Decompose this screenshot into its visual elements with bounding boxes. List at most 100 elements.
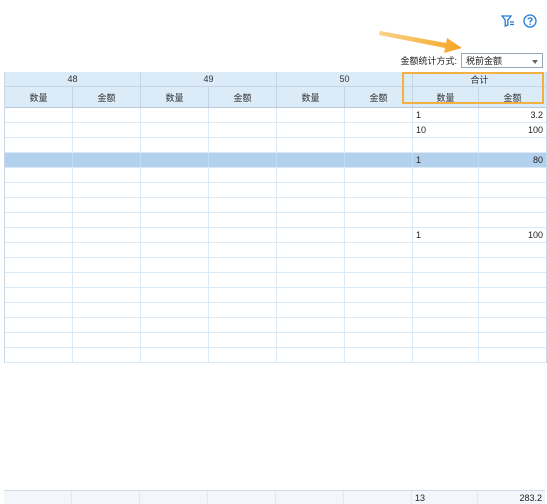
table-cell[interactable] <box>141 228 209 242</box>
help-circle-icon[interactable] <box>523 14 537 28</box>
total-qty-cell[interactable]: 10 <box>413 123 479 137</box>
table-cell[interactable] <box>5 303 73 317</box>
total-qty-cell[interactable] <box>413 333 479 347</box>
table-cell[interactable] <box>73 273 141 287</box>
total-qty-cell[interactable] <box>413 258 479 272</box>
table-cell[interactable] <box>277 228 345 242</box>
table-cell[interactable] <box>209 348 277 362</box>
table-cell[interactable] <box>73 333 141 347</box>
total-amount-cell[interactable] <box>479 348 546 362</box>
total-qty-cell[interactable] <box>413 348 479 362</box>
table-cell[interactable] <box>277 138 345 152</box>
table-cell[interactable] <box>345 183 413 197</box>
total-amount-cell[interactable] <box>479 258 546 272</box>
total-qty-cell[interactable] <box>413 198 479 212</box>
table-cell[interactable] <box>277 318 345 332</box>
table-row[interactable] <box>5 273 546 288</box>
total-amount-cell[interactable] <box>479 213 546 227</box>
table-cell[interactable] <box>141 348 209 362</box>
table-cell[interactable] <box>141 168 209 182</box>
table-cell[interactable] <box>141 183 209 197</box>
total-qty-cell[interactable] <box>413 318 479 332</box>
table-cell[interactable] <box>345 333 413 347</box>
table-cell[interactable] <box>73 153 141 167</box>
table-row[interactable] <box>5 198 546 213</box>
table-cell[interactable] <box>73 348 141 362</box>
table-cell[interactable] <box>209 138 277 152</box>
table-cell[interactable] <box>5 108 73 122</box>
table-cell[interactable] <box>141 138 209 152</box>
table-row[interactable] <box>5 333 546 348</box>
table-row[interactable]: 10 100 <box>5 123 546 138</box>
stat-mode-select[interactable]: 税前金额 <box>461 53 543 68</box>
table-cell[interactable] <box>209 318 277 332</box>
table-row[interactable]: 1 80 <box>5 153 546 168</box>
table-cell[interactable] <box>73 303 141 317</box>
table-cell[interactable] <box>345 273 413 287</box>
table-cell[interactable] <box>345 138 413 152</box>
table-cell[interactable] <box>209 243 277 257</box>
total-amount-cell[interactable]: 100 <box>479 123 546 137</box>
table-cell[interactable] <box>277 168 345 182</box>
table-cell[interactable] <box>73 168 141 182</box>
total-amount-cell[interactable] <box>479 138 546 152</box>
table-cell[interactable] <box>141 213 209 227</box>
total-amount-cell[interactable] <box>479 288 546 302</box>
col-header-qty[interactable]: 数量 <box>277 87 345 107</box>
col-header-total-qty[interactable]: 数量 <box>413 87 479 107</box>
table-cell[interactable] <box>5 198 73 212</box>
table-cell[interactable] <box>209 288 277 302</box>
table-cell[interactable] <box>209 183 277 197</box>
total-amount-cell[interactable] <box>479 318 546 332</box>
table-row[interactable] <box>5 213 546 228</box>
table-row[interactable] <box>5 168 546 183</box>
total-amount-cell[interactable] <box>479 273 546 287</box>
table-cell[interactable] <box>141 198 209 212</box>
table-cell[interactable] <box>141 273 209 287</box>
table-cell[interactable] <box>277 243 345 257</box>
table-cell[interactable] <box>209 273 277 287</box>
table-cell[interactable] <box>73 228 141 242</box>
table-cell[interactable] <box>277 198 345 212</box>
filter-settings-icon[interactable] <box>501 14 515 28</box>
col-header-total-amount[interactable]: 金额 <box>479 87 546 107</box>
total-amount-cell[interactable] <box>479 303 546 317</box>
table-cell[interactable] <box>209 303 277 317</box>
total-qty-cell[interactable] <box>413 288 479 302</box>
table-row[interactable] <box>5 258 546 273</box>
table-cell[interactable] <box>5 318 73 332</box>
table-cell[interactable] <box>277 123 345 137</box>
table-row[interactable]: 1 3.2 <box>5 108 546 123</box>
total-qty-cell[interactable]: 1 <box>413 228 479 242</box>
total-amount-cell[interactable] <box>479 168 546 182</box>
table-cell[interactable] <box>277 303 345 317</box>
table-cell[interactable] <box>73 258 141 272</box>
total-qty-cell[interactable]: 1 <box>413 108 479 122</box>
table-cell[interactable] <box>73 288 141 302</box>
total-qty-cell[interactable] <box>413 303 479 317</box>
table-cell[interactable] <box>345 213 413 227</box>
total-amount-cell[interactable] <box>479 333 546 347</box>
total-qty-cell[interactable] <box>413 213 479 227</box>
total-qty-cell[interactable] <box>413 243 479 257</box>
table-cell[interactable] <box>73 183 141 197</box>
table-cell[interactable] <box>209 213 277 227</box>
col-header-qty[interactable]: 数量 <box>5 87 73 107</box>
table-cell[interactable] <box>345 168 413 182</box>
table-cell[interactable] <box>345 243 413 257</box>
table-cell[interactable] <box>141 303 209 317</box>
table-cell[interactable] <box>277 153 345 167</box>
table-cell[interactable] <box>73 213 141 227</box>
table-cell[interactable] <box>141 258 209 272</box>
total-amount-cell[interactable]: 100 <box>479 228 546 242</box>
total-amount-cell[interactable]: 80 <box>479 153 546 167</box>
table-cell[interactable] <box>73 243 141 257</box>
table-cell[interactable] <box>141 108 209 122</box>
table-cell[interactable] <box>5 153 73 167</box>
table-cell[interactable] <box>345 228 413 242</box>
table-cell[interactable] <box>277 348 345 362</box>
col-header-qty[interactable]: 数量 <box>141 87 209 107</box>
table-cell[interactable] <box>141 123 209 137</box>
total-amount-cell[interactable] <box>479 183 546 197</box>
table-row[interactable] <box>5 348 546 363</box>
